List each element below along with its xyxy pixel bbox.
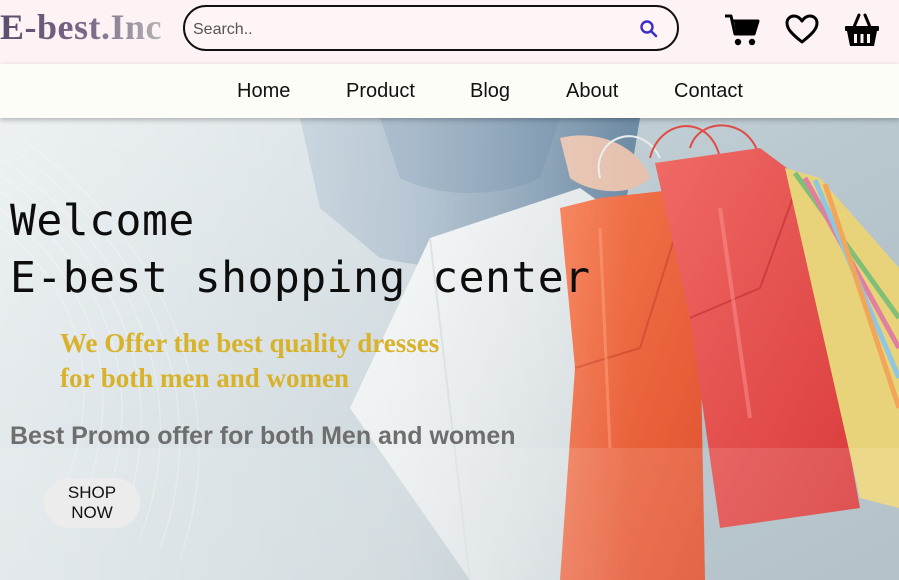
hero-welcome-heading: Welcome [10, 196, 195, 246]
nav-item-blog[interactable]: Blog [470, 80, 510, 103]
heart-icon[interactable] [784, 12, 822, 48]
shop-now-label-line-2: NOW [71, 503, 113, 522]
hero-headline: E-best shopping center [10, 253, 591, 303]
offer-line-2: for both men and women [60, 363, 350, 393]
main-nav: Home Product Blog About Contact [0, 64, 899, 118]
hero-offer-text: We Offer the best quality dresses for bo… [60, 326, 439, 396]
shop-now-label-line-1: SHOP [67, 483, 117, 502]
offer-line-1: We Offer the best quality dresses [60, 328, 440, 358]
nav-item-home[interactable]: Home [237, 80, 290, 103]
hero-banner: Welcome E-best shopping center We Offer … [0, 118, 899, 580]
hero-promo-text: Best Promo offer for both Men and women [10, 422, 516, 450]
header-bar: E-best.Inc [0, 0, 899, 64]
shop-now-button[interactable]: SHOP NOW [44, 478, 140, 528]
logo[interactable]: E-best.Inc [0, 6, 162, 48]
search-box [183, 5, 679, 51]
search-icon[interactable] [639, 19, 659, 39]
nav-item-product[interactable]: Product [346, 80, 415, 103]
cart-icon[interactable] [723, 12, 761, 48]
basket-icon[interactable] [843, 12, 881, 48]
search-input[interactable] [191, 18, 625, 42]
nav-item-contact[interactable]: Contact [674, 80, 743, 103]
nav-item-about[interactable]: About [566, 80, 618, 103]
